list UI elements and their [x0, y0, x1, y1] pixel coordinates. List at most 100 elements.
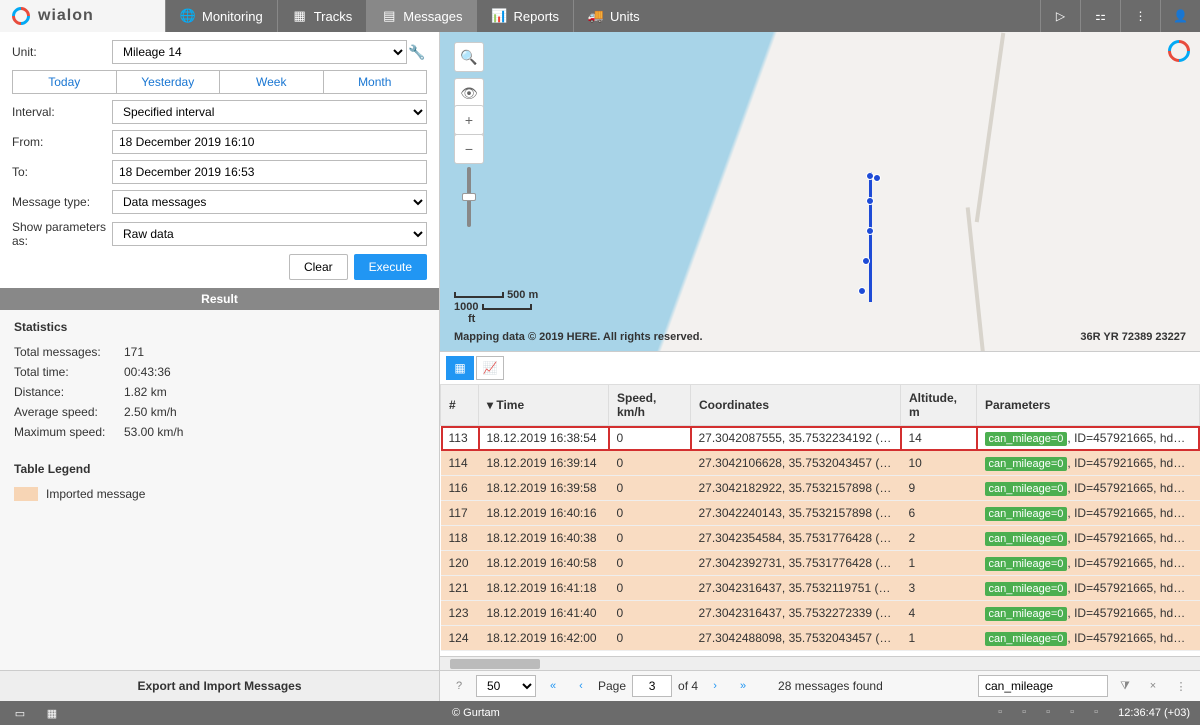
interval-select[interactable]: Specified interval — [112, 100, 427, 124]
left-panel: Unit: Mileage 14 🔧 Today Yesterday Week … — [0, 32, 440, 701]
map[interactable]: 🔍 👁 🗺 + − 500 m 1000 ft Mapping data © 2… — [440, 32, 1200, 352]
zoom-out-button[interactable]: − — [454, 134, 484, 164]
close-icon: × — [1150, 680, 1156, 692]
table-row[interactable]: 11818.12.2019 16:40:38027.3042354584, 35… — [441, 526, 1200, 551]
stat-value: 2.50 km/h — [124, 405, 177, 419]
clear-button[interactable]: Clear — [289, 254, 348, 280]
next-page-button[interactable]: › — [704, 675, 726, 697]
col-index[interactable]: # — [441, 385, 479, 426]
cell-coordinates: 27.3042087555, 35.7532234192 (12) — [691, 426, 901, 451]
layout-grid-button[interactable]: ▦ — [40, 703, 64, 723]
cell-parameters: can_mileage=0, ID=457921665, hdop= — [977, 451, 1200, 476]
zoom-in-button[interactable]: + — [454, 105, 484, 135]
table-legend: Table Legend Imported message — [0, 452, 439, 514]
page-input[interactable] — [632, 675, 672, 697]
param-badge: can_mileage=0 — [985, 557, 1068, 571]
col-altitude[interactable]: Altitude, m — [901, 385, 977, 426]
col-coordinates[interactable]: Coordinates — [691, 385, 901, 426]
nav-label: Tracks — [314, 9, 353, 24]
nav-label: Messages — [403, 9, 462, 24]
stat-label: Maximum speed: — [14, 425, 124, 439]
cell-index: 121 — [441, 576, 479, 601]
filter-input[interactable] — [978, 675, 1108, 697]
messages-table-scroll[interactable]: # ▾ Time Speed, km/h Coordinates Altitud… — [440, 384, 1200, 656]
param-badge: can_mileage=0 — [985, 532, 1068, 546]
last-page-button[interactable]: » — [732, 675, 754, 697]
export-import-button[interactable]: Export and Import Messages — [0, 670, 439, 701]
clear-filter-button[interactable]: × — [1142, 675, 1164, 697]
statistics: Statistics Total messages:171Total time:… — [0, 310, 439, 452]
map-search-button[interactable]: 🔍 — [454, 42, 484, 72]
table-row[interactable]: 12118.12.2019 16:41:18027.3042316437, 35… — [441, 576, 1200, 601]
more-icon: ⋮ — [1176, 680, 1187, 693]
messages-table-area: ▦ 📈 # ▾ Time Speed, km/h Coordinates Alt… — [440, 352, 1200, 701]
tool-user-button[interactable]: 👤 — [1160, 0, 1200, 32]
nav-reports[interactable]: 📊Reports — [476, 0, 573, 32]
nav-monitoring[interactable]: 🌐Monitoring — [165, 0, 277, 32]
cell-coordinates: 27.3042488098, 35.7532043457 (12) — [691, 626, 901, 651]
layout-single-button[interactable]: ▭ — [8, 703, 32, 723]
stat-value: 53.00 km/h — [124, 425, 183, 439]
tool-apps-button[interactable]: ⚏ — [1080, 0, 1120, 32]
cell-index: 116 — [441, 476, 479, 501]
table-row[interactable]: 11618.12.2019 16:39:58027.3042182922, 35… — [441, 476, 1200, 501]
col-parameters[interactable]: Parameters — [977, 385, 1200, 426]
scrollbar-thumb[interactable] — [450, 659, 540, 669]
cell-time: 18.12.2019 16:40:38 — [479, 526, 609, 551]
params-label: Show parameters as: — [12, 220, 112, 248]
table-row[interactable]: 12418.12.2019 16:42:00027.3042488098, 35… — [441, 626, 1200, 651]
more-icon: ⋮ — [1135, 9, 1147, 23]
topbar: wialon 🌐Monitoring ▦Tracks ▤Messages 📊Re… — [0, 0, 1200, 32]
logo-icon — [8, 3, 33, 28]
filter-button[interactable]: ⧩ — [1114, 675, 1136, 697]
col-time[interactable]: ▾ Time — [479, 385, 609, 426]
table-row[interactable]: 12318.12.2019 16:41:40027.3042316437, 35… — [441, 601, 1200, 626]
cell-coordinates: 27.3042316437, 35.7532272339 (12) — [691, 601, 901, 626]
tool-more-button[interactable]: ⋮ — [1120, 0, 1160, 32]
logo: wialon — [0, 0, 165, 32]
page-size-select[interactable]: 50 — [476, 675, 536, 697]
table-options-button[interactable]: ⋮ — [1170, 675, 1192, 697]
topbar-right: ▷ ⚏ ⋮ 👤 — [1040, 0, 1200, 32]
execute-button[interactable]: Execute — [354, 254, 427, 280]
track-dot — [866, 227, 874, 235]
help-button[interactable]: ? — [448, 675, 470, 697]
help-icon: ? — [456, 680, 462, 692]
param-badge: can_mileage=0 — [985, 632, 1068, 646]
cell-time: 18.12.2019 16:40:16 — [479, 501, 609, 526]
quick-today[interactable]: Today — [12, 70, 117, 94]
first-page-button[interactable]: « — [542, 675, 564, 697]
to-input[interactable] — [112, 160, 427, 184]
table-row[interactable]: 11718.12.2019 16:40:16027.3042240143, 35… — [441, 501, 1200, 526]
zoom-slider[interactable] — [467, 167, 471, 227]
quick-week[interactable]: Week — [220, 70, 324, 94]
quick-month[interactable]: Month — [324, 70, 428, 94]
map-visibility-button[interactable]: 👁 — [454, 78, 484, 108]
minus-icon: − — [465, 141, 473, 157]
stat-value: 1.82 km — [124, 385, 167, 399]
cell-index: 113 — [441, 426, 479, 451]
view-table-button[interactable]: ▦ — [446, 356, 474, 380]
params-select[interactable]: Raw data — [112, 222, 427, 246]
unit-select[interactable]: Mileage 14 — [112, 40, 407, 64]
tool-ruler-button[interactable]: ▷ — [1040, 0, 1080, 32]
prev-page-button[interactable]: ‹ — [570, 675, 592, 697]
nav-units[interactable]: 🚚Units — [573, 0, 654, 32]
map-attribution: Mapping data © 2019 HERE. All rights res… — [454, 331, 703, 343]
settings-wrench-button[interactable]: 🔧 — [407, 44, 427, 61]
col-speed[interactable]: Speed, km/h — [609, 385, 691, 426]
table-row[interactable]: 11318.12.2019 16:38:54027.3042087555, 35… — [441, 426, 1200, 451]
view-chart-button[interactable]: 📈 — [476, 356, 504, 380]
user-icon: 👤 — [1173, 9, 1188, 23]
table-row[interactable]: 11418.12.2019 16:39:14027.3042106628, 35… — [441, 451, 1200, 476]
cell-parameters: can_mileage=0, ID=457921665, hdop= — [977, 551, 1200, 576]
quick-yesterday[interactable]: Yesterday — [117, 70, 221, 94]
nav-tracks[interactable]: ▦Tracks — [277, 0, 367, 32]
from-input[interactable] — [112, 130, 427, 154]
zoom-slider-handle[interactable] — [462, 193, 476, 201]
horizontal-scrollbar[interactable] — [440, 656, 1200, 670]
msgtype-select[interactable]: Data messages — [112, 190, 427, 214]
nav-messages[interactable]: ▤Messages — [366, 0, 476, 32]
cell-time: 18.12.2019 16:39:14 — [479, 451, 609, 476]
table-row[interactable]: 12018.12.2019 16:40:58027.3042392731, 35… — [441, 551, 1200, 576]
